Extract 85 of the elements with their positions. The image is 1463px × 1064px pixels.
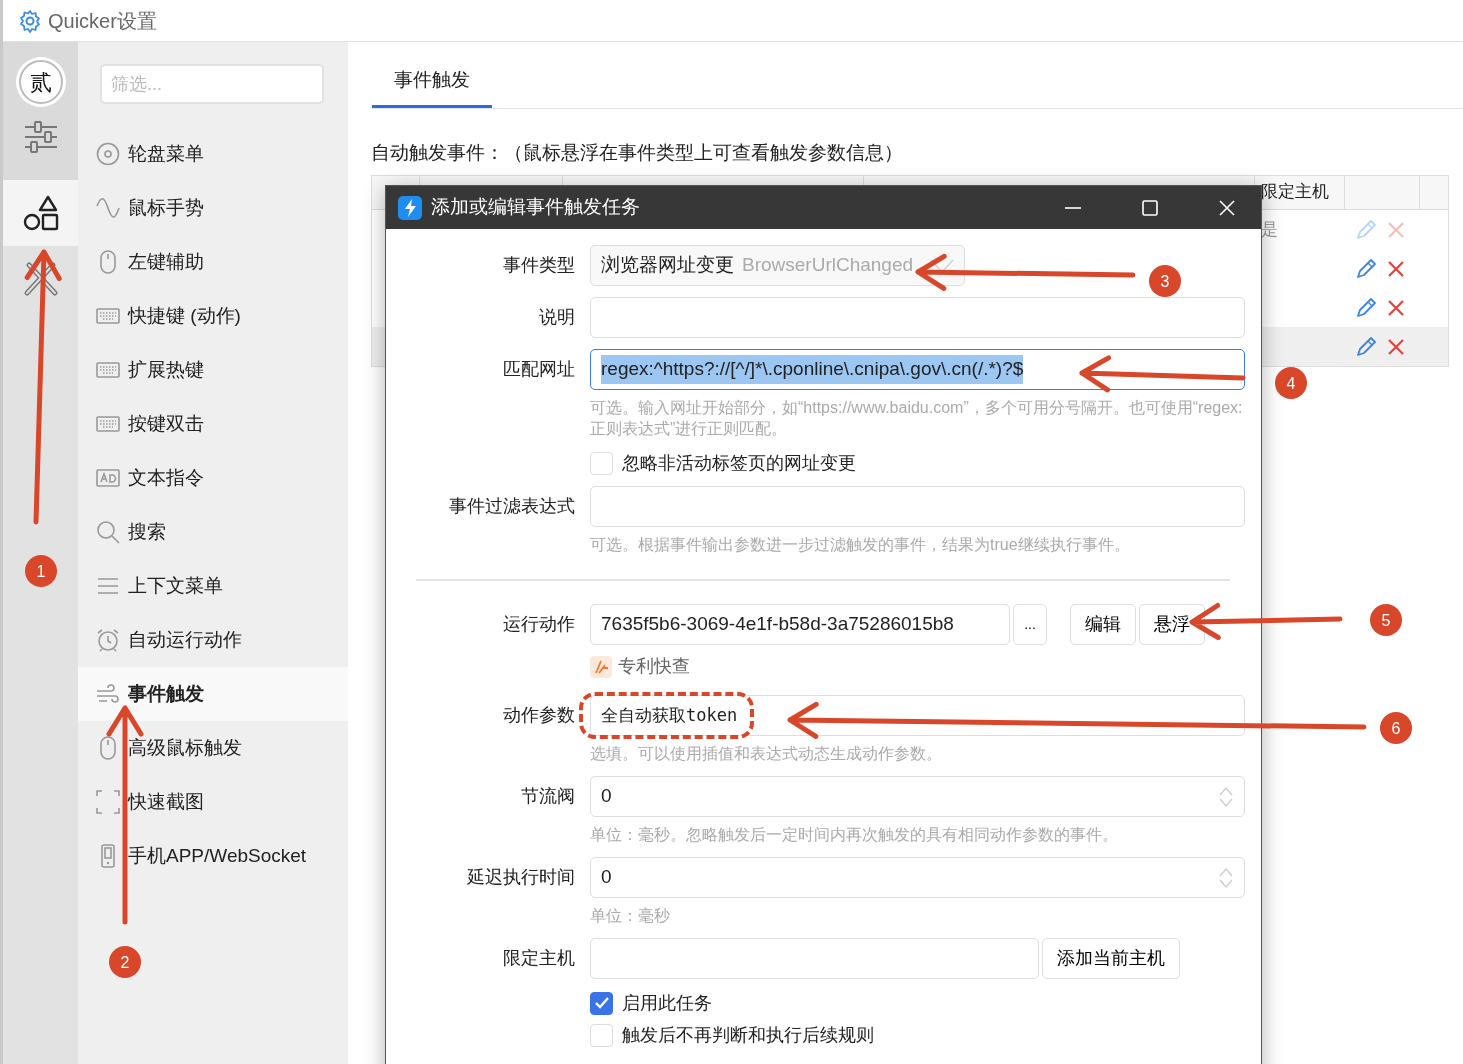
input-field[interactable] — [590, 938, 1039, 979]
sidebar-item[interactable]: 扩展热键 — [78, 343, 348, 397]
input-field[interactable]: regex:^https?://[^/]*\.cponline\.cnipa\.gov\.cn(/.*)?$ — [590, 349, 1245, 390]
step-badge: 4 — [1275, 367, 1307, 399]
action-name: 专利快查 — [618, 655, 690, 678]
step-badge: 1 — [25, 555, 57, 587]
wheel-icon — [96, 142, 120, 166]
step-badge: 6 — [1380, 712, 1412, 744]
app-logo-icon — [398, 195, 422, 220]
wave-icon — [96, 196, 120, 220]
step-badge: 2 — [109, 946, 141, 978]
field-label: 匹配网址 — [502, 358, 575, 381]
checkbox-label: 触发后不再判断和执行后续规则 — [622, 1023, 874, 1047]
tab[interactable]: 事件触发 — [372, 58, 492, 108]
field-label: 限定主机 — [502, 947, 575, 970]
sidebar-item[interactable]: 快速截图 — [78, 775, 348, 829]
field-label: 事件过滤表达式 — [448, 495, 575, 518]
input-field[interactable]: 7635f5b6-3069-4e1f-b58d-3a75286015b8 — [590, 604, 1010, 645]
chevron-down-icon — [930, 258, 954, 273]
avatar[interactable]: 贰 — [18, 60, 63, 104]
pencil-icon[interactable] — [1355, 257, 1377, 280]
field-label: 运行动作 — [502, 613, 575, 636]
action-logo-icon — [590, 655, 612, 678]
step-badge: 5 — [1370, 604, 1402, 636]
shapes-icon — [22, 195, 59, 231]
filter-field[interactable]: 筛选... — [100, 64, 324, 104]
pencil-icon[interactable] — [1355, 296, 1377, 319]
search-icon — [96, 520, 120, 544]
add-host-button[interactable]: 添加当前主机 — [1042, 938, 1180, 979]
table-cell: 是 — [1261, 219, 1278, 239]
close-icon — [1219, 199, 1235, 216]
checkbox-label: 忽略非活动标签页的网址变更 — [622, 451, 856, 475]
hint-text: 单位：毫秒。忽略触发后一定时间内再次触发的具有相同动作参数的事件。 — [590, 825, 1119, 845]
action-button[interactable]: 悬浮 — [1139, 604, 1205, 645]
sidebar-item[interactable]: 上下文菜单 — [78, 559, 348, 613]
sidebar-item[interactable]: 快捷键 (动作) — [78, 289, 348, 343]
hint-text: 单位：毫秒 — [590, 906, 671, 926]
rail-button[interactable] — [3, 180, 78, 246]
sidebar-item[interactable]: 搜索 — [78, 505, 348, 559]
sidebar-item[interactable]: 自动运行动作 — [78, 613, 348, 667]
dialog-title: 添加或编辑事件触发任务 — [431, 195, 641, 220]
delete-icon[interactable] — [1387, 298, 1405, 317]
screenshot-icon — [96, 790, 120, 814]
window-title: Quicker设置 — [48, 8, 157, 34]
hint-text: 可选。输入网址开始部分，如“https://www.baidu.com”，多个可用分号隔开。也可使用“regex:正则表达式”进行正则匹配。 — [590, 398, 1244, 439]
sidebar-item[interactable]: 轮盘菜单 — [78, 127, 348, 181]
field-label: 说明 — [538, 306, 575, 329]
checkbox[interactable] — [590, 991, 613, 1015]
browse-button[interactable]: ... — [1013, 604, 1047, 645]
gear-icon — [18, 8, 42, 33]
sidebar-item[interactable]: 事件触发 — [78, 667, 348, 721]
sliders-icon — [22, 119, 59, 155]
field-label: 事件类型 — [502, 254, 575, 277]
selected-value: 浏览器网址变更 — [601, 253, 734, 278]
delete-icon[interactable] — [1387, 259, 1405, 278]
delete-icon[interactable] — [1387, 337, 1405, 356]
check-icon — [593, 995, 610, 1011]
event-type-dropdown[interactable]: 浏览器网址变更 BrowserUrlChanged — [590, 245, 965, 286]
value-code: BrowserUrlChanged — [742, 253, 914, 278]
sidebar-item[interactable]: 按键双击 — [78, 397, 348, 451]
input-field[interactable] — [590, 297, 1245, 338]
hint-text: 可选。根据事件输出参数进一步过滤触发的事件，结果为true继续执行事件。 — [590, 535, 1131, 555]
tools-icon — [22, 261, 59, 297]
sidebar-item[interactable]: 文本指令 — [78, 451, 348, 505]
sidebar-item[interactable]: 左键辅助 — [78, 235, 348, 289]
field-label: 延迟执行时间 — [466, 866, 575, 889]
pencil-icon[interactable] — [1355, 335, 1377, 358]
minimize-icon — [1065, 206, 1081, 209]
field-label: 动作参数 — [502, 704, 575, 727]
sidebar-item[interactable]: 手机APP/WebSocket — [78, 829, 348, 883]
input-field[interactable]: 0 — [590, 776, 1245, 817]
field-label: 节流阀 — [520, 785, 575, 808]
maximize-icon — [1142, 199, 1158, 216]
section-label: 自动触发事件：（鼠标悬浮在事件类型上可查看触发参数信息） — [371, 140, 904, 165]
step-badge: 3 — [1149, 265, 1181, 297]
checkbox-label: 启用此任务 — [622, 991, 712, 1015]
sidebar-item[interactable]: 高级鼠标触发 — [78, 721, 348, 775]
input-field[interactable] — [590, 486, 1245, 527]
input-field[interactable]: 0 — [590, 857, 1245, 898]
ad-icon — [96, 466, 120, 490]
hint-text: 选填。可以使用插值和表达式动态生成动作参数。 — [590, 744, 943, 764]
sidebar-item[interactable]: 鼠标手势 — [78, 181, 348, 235]
action-button[interactable]: 编辑 — [1070, 604, 1136, 645]
alarm-clock-icon — [96, 628, 120, 652]
wind-icon — [96, 682, 120, 706]
